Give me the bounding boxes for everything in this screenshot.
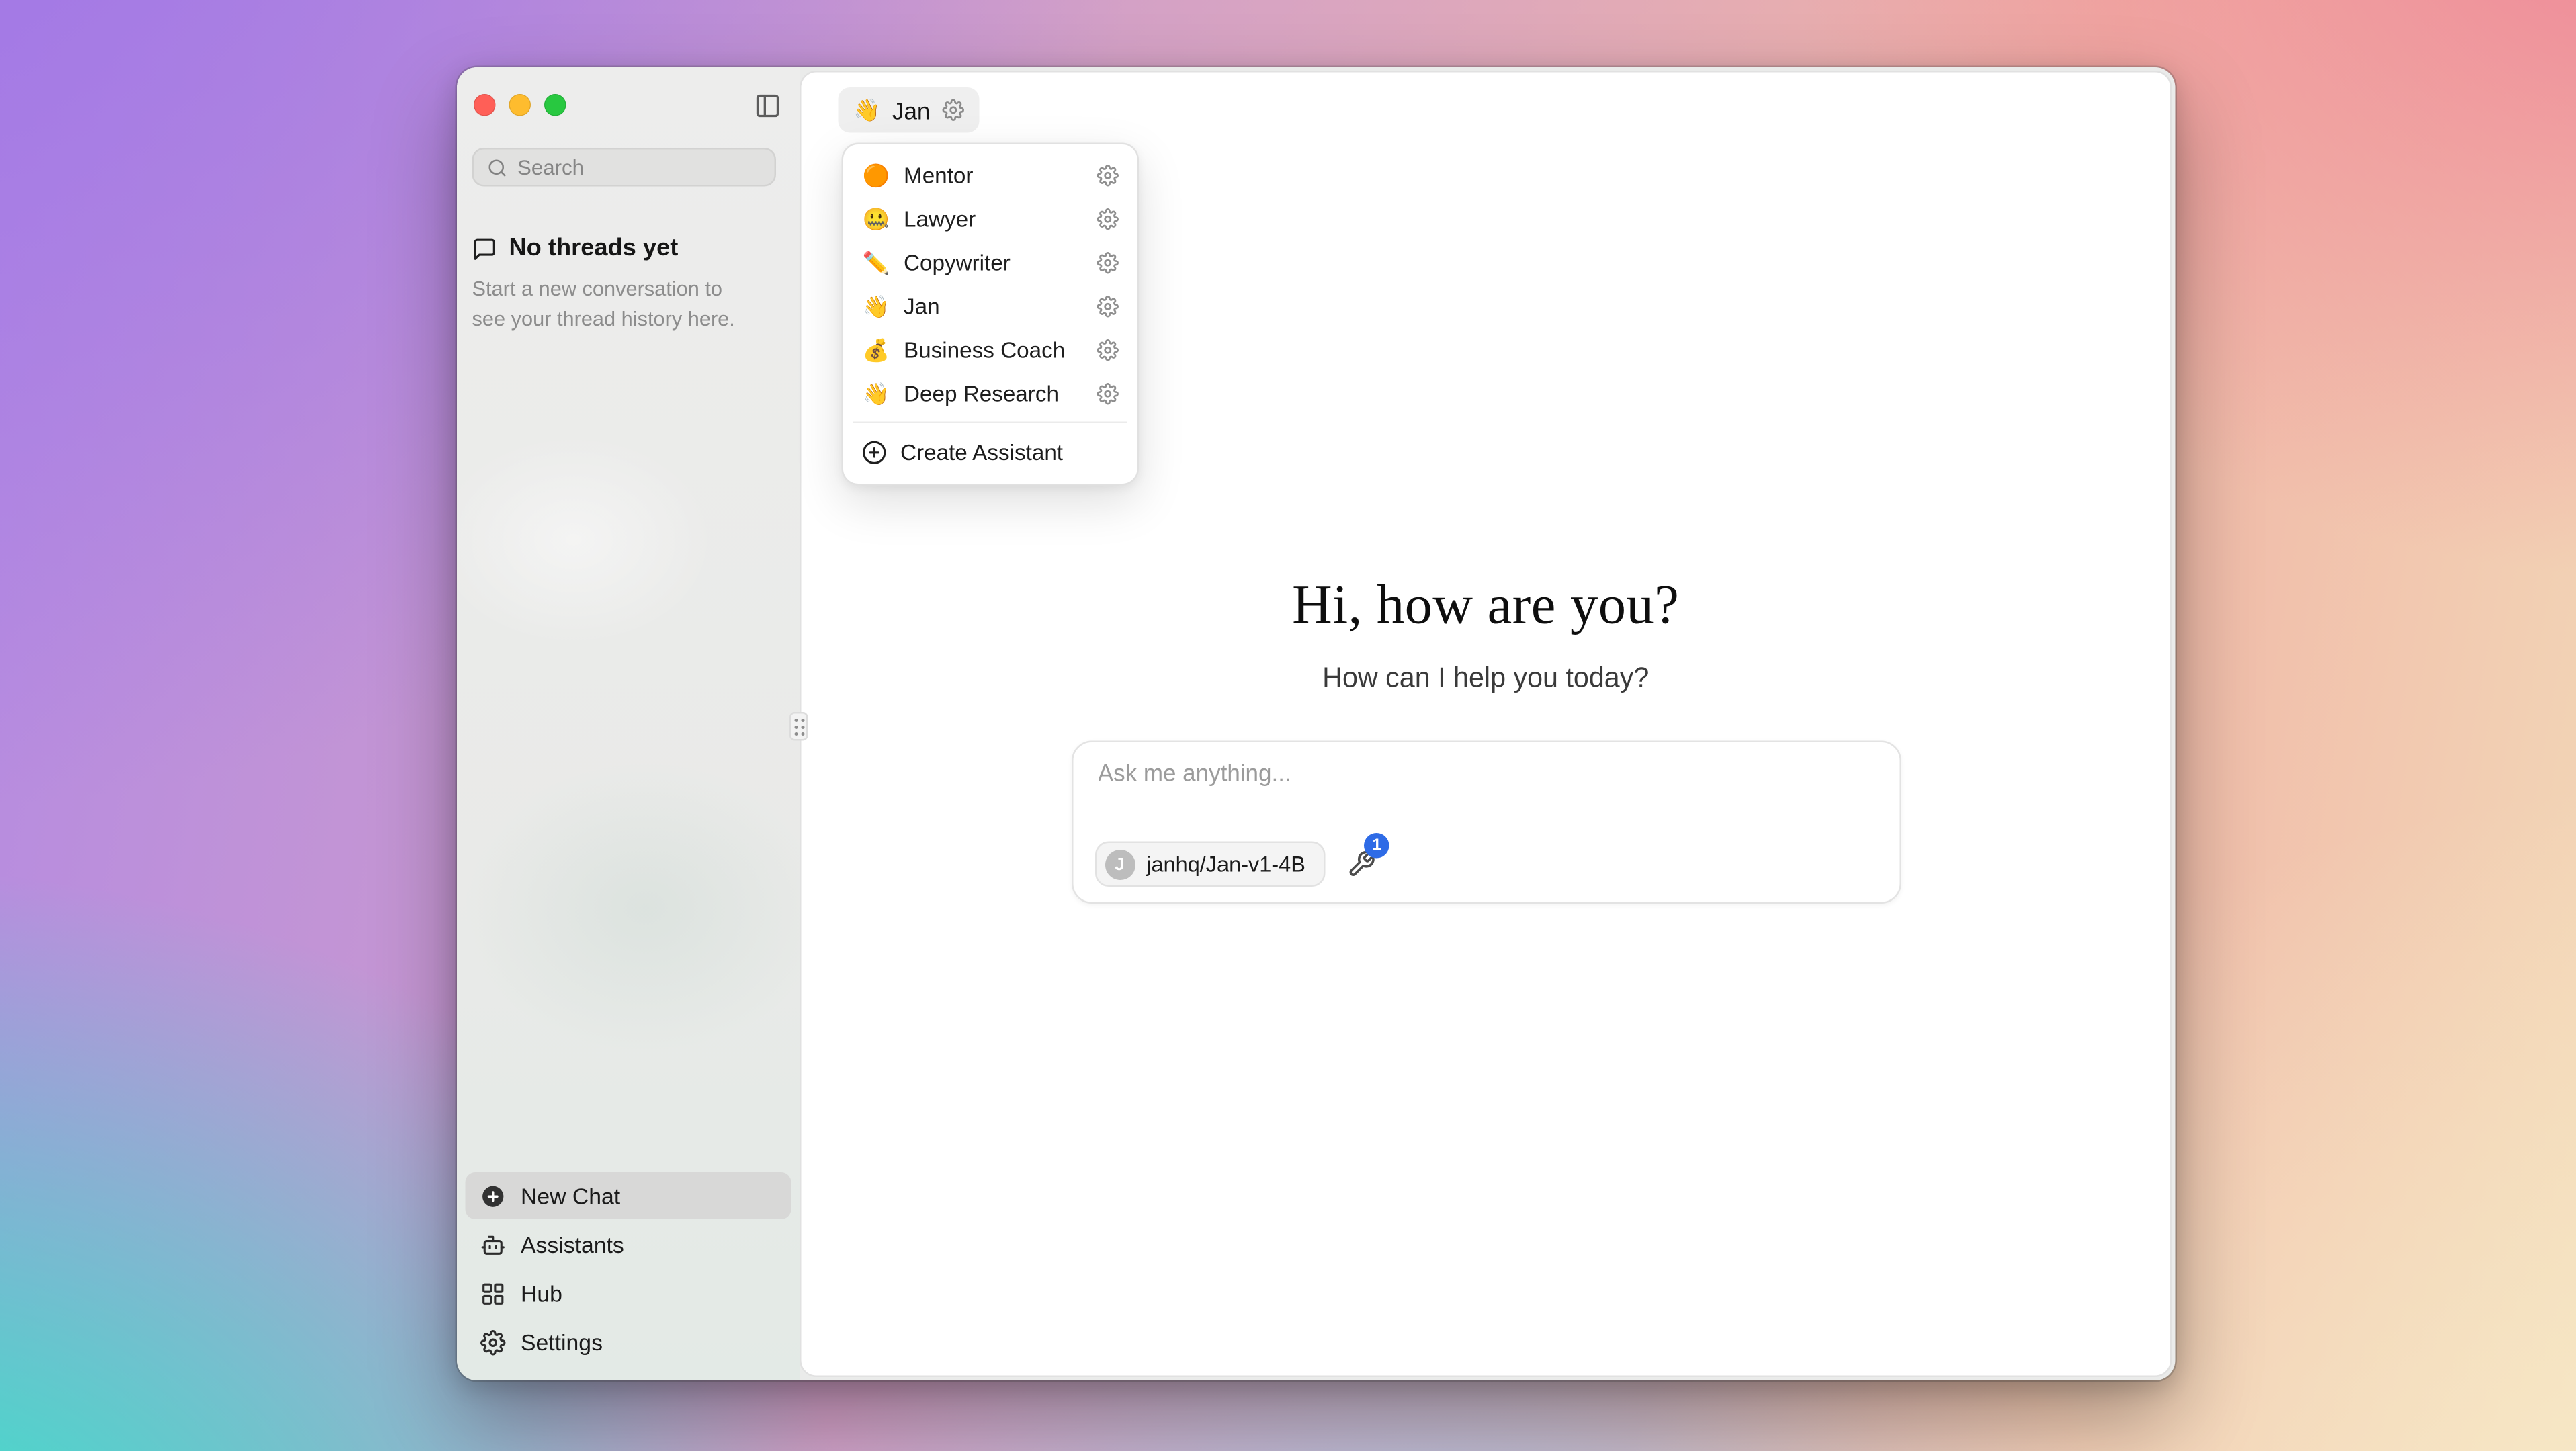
greeting-title: Hi, how are you? [802,576,2171,639]
zoom-button[interactable] [544,94,566,116]
sidebar-item-hub[interactable]: Hub [466,1270,791,1317]
sidebar-item-label: New Chat [521,1183,620,1208]
robot-icon [480,1232,506,1258]
gear-icon [480,1329,506,1355]
assistant-menu-item-lawyer[interactable]: 🤐 Lawyer [852,197,1129,240]
model-selector-button[interactable]: J janhq/Jan-v1-4B [1094,842,1326,887]
composer-toolbar: J janhq/Jan-v1-4B 1 [1094,842,1376,887]
app-window: No threads yet Start a new conversation … [457,67,2176,1380]
sidebar-item-new-chat[interactable]: New Chat [466,1172,791,1219]
message-input[interactable] [1098,759,1874,786]
assistant-item-label: Jan [904,293,1084,318]
tools-count-badge: 1 [1364,833,1389,859]
assistant-item-label: Business Coach [904,337,1084,362]
assistant-item-emoji: 🤐 [862,208,891,230]
assistant-item-label: Deep Research [904,380,1084,406]
close-button[interactable] [474,94,496,116]
sidebar-item-label: Settings [521,1329,603,1355]
plus-circle-icon [480,1183,506,1208]
assistant-item-label: Mentor [904,162,1084,187]
plus-circle-icon [862,440,888,466]
search-icon [487,157,507,177]
search-field[interactable] [472,148,777,187]
chat-header: 👋 Jan [839,87,979,133]
minimize-button[interactable] [509,94,531,116]
assistant-menu-item-jan[interactable]: 👋 Jan [852,284,1129,328]
create-assistant-label: Create Assistant [900,440,1063,466]
threads-empty-description: Start a new conversation to see your thr… [472,275,761,335]
chat-bubble-icon [472,236,498,261]
empty-chat-hero: Hi, how are you? How can I help you toda… [802,576,2171,904]
assistant-item-emoji: 👋 [862,382,891,404]
assistant-item-emoji: 👋 [862,295,891,317]
sidebar-item-assistants[interactable]: Assistants [466,1221,791,1268]
greeting-subtitle: How can I help you today? [802,664,2171,696]
assistant-menu-item-business-coach[interactable]: 💰 Business Coach [852,328,1129,371]
window-controls [474,94,566,116]
assistant-menu-item-mentor[interactable]: 🟠 Mentor [852,153,1129,197]
create-assistant-button[interactable]: Create Assistant [852,430,1129,476]
assistant-selector-button[interactable]: 👋 Jan [839,87,979,133]
search-input[interactable] [517,155,761,179]
assistant-gear-icon[interactable] [942,99,964,122]
assistant-settings-icon[interactable] [1097,382,1119,404]
assistant-dropdown-menu: 🟠 Mentor 🤐 Lawyer ✏️ Copywriter 👋 Jan [842,143,1140,486]
message-composer[interactable]: J janhq/Jan-v1-4B 1 [1071,741,1901,904]
sidebar-item-settings[interactable]: Settings [466,1319,791,1366]
pane-resize-handle[interactable] [789,712,808,741]
sidebar: No threads yet Start a new conversation … [457,67,800,1380]
tools-button[interactable]: 1 [1347,850,1376,879]
sidebar-toggle-icon[interactable] [755,93,781,120]
assistant-item-emoji: ✏️ [862,251,891,273]
chat-panel: 👋 Jan 🟠 Mentor 🤐 Lawyer [800,71,2172,1377]
desktop-background: No threads yet Start a new conversation … [0,0,2576,1451]
sidebar-bottom-nav: New Chat Assistants [466,1171,791,1366]
sidebar-item-label: Hub [521,1280,562,1306]
menu-separator [853,422,1127,424]
model-avatar: J [1105,849,1135,879]
assistant-item-emoji: 💰 [862,339,891,361]
model-name: janhq/Jan-v1-4B [1146,852,1305,877]
assistant-emoji: 👋 [853,99,880,122]
assistant-settings-icon[interactable] [1097,164,1119,186]
assistant-menu-item-copywriter[interactable]: ✏️ Copywriter [852,240,1129,284]
assistant-name: Jan [892,97,930,124]
assistant-settings-icon[interactable] [1097,251,1119,273]
assistant-item-label: Copywriter [904,249,1084,275]
assistant-settings-icon[interactable] [1097,295,1119,317]
assistant-settings-icon[interactable] [1097,339,1119,361]
assistant-item-label: Lawyer [904,206,1084,231]
assistant-settings-icon[interactable] [1097,208,1119,230]
sidebar-item-label: Assistants [521,1232,624,1258]
threads-empty-header: No threads yet [472,235,679,262]
grid-icon [480,1280,506,1306]
assistant-menu-item-deep-research[interactable]: 👋 Deep Research [852,371,1129,415]
threads-empty-title: No threads yet [509,235,679,262]
assistant-item-emoji: 🟠 [862,164,891,186]
